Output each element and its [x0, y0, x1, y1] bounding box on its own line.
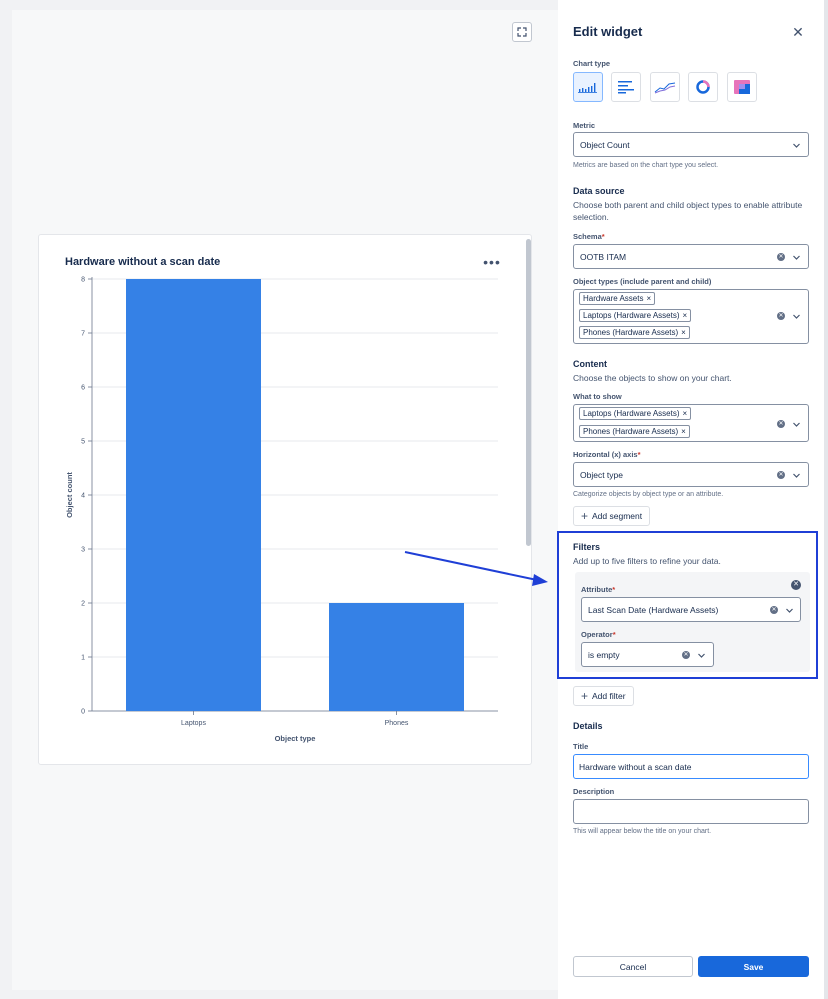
- bar-chart-icon[interactable]: [573, 72, 603, 102]
- object-type-tag: Laptops (Hardware Assets) ×: [579, 309, 692, 322]
- operator-label: Operator*: [581, 630, 616, 639]
- clear-icon[interactable]: ✕: [777, 253, 785, 261]
- chart-type-label: Chart type: [573, 59, 611, 68]
- filters-description: Add up to five filters to refine your da…: [573, 556, 721, 566]
- metric-hint: Metrics are based on the chart type you …: [573, 162, 719, 169]
- close-icon[interactable]: ✕: [790, 24, 806, 40]
- description-label: Description: [573, 787, 615, 796]
- clear-icon[interactable]: ✕: [682, 651, 690, 659]
- panel-scrollbar[interactable]: [824, 0, 828, 999]
- data-source-description: Choose both parent and child object type…: [573, 200, 803, 222]
- attribute-select[interactable]: Last Scan Date (Hardware Assets) ✕: [581, 597, 801, 622]
- plus-icon: +: [581, 689, 589, 703]
- object-types-label: Object types (include parent and child): [573, 277, 712, 286]
- description-input[interactable]: [573, 799, 809, 824]
- horizontal-axis-value: Object type: [580, 470, 623, 480]
- add-segment-button[interactable]: + Add segment: [573, 506, 651, 526]
- title-input[interactable]: Hardware without a scan date: [573, 754, 809, 779]
- operator-value: is empty: [588, 650, 620, 660]
- remove-icon[interactable]: ×: [683, 311, 688, 320]
- horizontal-bar-chart-icon[interactable]: [611, 72, 641, 102]
- layout-chart-icon[interactable]: [727, 72, 757, 102]
- remove-icon[interactable]: ×: [681, 328, 686, 337]
- content-heading: Content: [573, 359, 607, 369]
- data-source-heading: Data source: [573, 186, 625, 196]
- chevron-down-icon: [698, 653, 705, 658]
- schema-label: Schema*: [573, 232, 605, 241]
- horizontal-axis-select[interactable]: Object type ✕: [573, 462, 809, 487]
- clear-icon[interactable]: ✕: [777, 312, 785, 320]
- plus-icon: +: [581, 509, 589, 523]
- line-chart-icon[interactable]: [650, 72, 680, 102]
- save-button[interactable]: Save: [698, 956, 809, 977]
- title-label: Title: [573, 742, 589, 751]
- details-heading: Details: [573, 721, 603, 731]
- attribute-label: Attribute*: [581, 585, 616, 594]
- chevron-down-icon: [793, 255, 800, 260]
- chevron-down-icon: [793, 422, 800, 427]
- clear-icon[interactable]: ✕: [777, 420, 785, 428]
- what-to-show-tag: Phones (Hardware Assets) ×: [579, 425, 690, 438]
- chevron-down-icon: [793, 473, 800, 478]
- schema-value: OOTB ITAM: [580, 252, 627, 262]
- chevron-down-icon: [793, 143, 800, 148]
- remove-icon[interactable]: ×: [681, 427, 686, 436]
- metric-select[interactable]: Object Count: [573, 132, 809, 157]
- what-to-show-tag: Laptops (Hardware Assets) ×: [579, 407, 692, 420]
- panel-title: Edit widget: [573, 24, 643, 39]
- title-value: Hardware without a scan date: [579, 762, 692, 772]
- object-type-tag: Phones (Hardware Assets) ×: [579, 326, 690, 339]
- chevron-down-icon: [786, 608, 793, 613]
- horizontal-axis-hint: Categorize objects by object type or an …: [573, 491, 724, 498]
- remove-icon[interactable]: ×: [646, 294, 651, 303]
- add-filter-button[interactable]: + Add filter: [573, 686, 634, 706]
- operator-select[interactable]: is empty ✕: [581, 642, 714, 667]
- object-type-tag: Hardware Assets ×: [579, 292, 656, 305]
- metric-label: Metric: [573, 121, 596, 130]
- content-description: Choose the objects to show on your chart…: [573, 373, 732, 383]
- cancel-button[interactable]: Cancel: [573, 956, 693, 977]
- what-to-show-label: What to show: [573, 392, 622, 401]
- donut-chart-icon[interactable]: [688, 72, 718, 102]
- description-hint: This will appear below the title on your…: [573, 828, 712, 835]
- metric-value: Object Count: [580, 140, 630, 150]
- remove-filter-icon[interactable]: ✕: [791, 580, 801, 590]
- clear-icon[interactable]: ✕: [770, 606, 778, 614]
- remove-icon[interactable]: ×: [683, 409, 688, 418]
- attribute-value: Last Scan Date (Hardware Assets): [588, 605, 719, 615]
- schema-select[interactable]: OOTB ITAM ✕: [573, 244, 809, 269]
- chevron-down-icon: [793, 314, 800, 319]
- horizontal-axis-label: Horizontal (x) axis*: [573, 450, 641, 459]
- clear-icon[interactable]: ✕: [777, 471, 785, 479]
- filters-heading: Filters: [573, 542, 601, 552]
